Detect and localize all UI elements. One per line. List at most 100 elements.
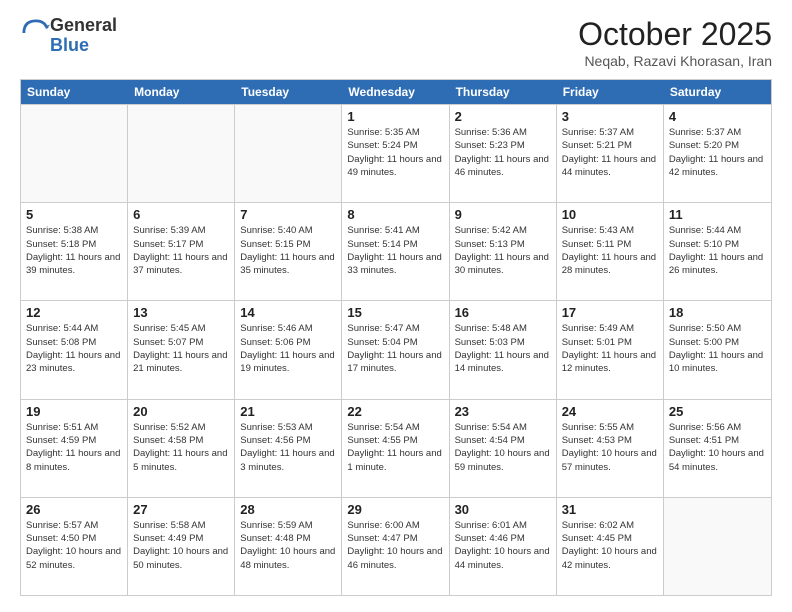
day-info: Sunrise: 5:47 AMSunset: 5:04 PMDaylight:…	[347, 322, 443, 375]
day-number: 4	[669, 109, 766, 124]
logo-icon	[22, 19, 50, 47]
day-info: Sunrise: 5:57 AMSunset: 4:50 PMDaylight:…	[26, 519, 122, 572]
calendar-page: General Blue October 2025 Neqab, Razavi …	[0, 0, 792, 612]
day-number: 10	[562, 207, 658, 222]
day-cell: 20Sunrise: 5:52 AMSunset: 4:58 PMDayligh…	[128, 400, 235, 497]
day-header: Saturday	[664, 80, 771, 104]
day-number: 8	[347, 207, 443, 222]
logo-general-text: General	[50, 15, 117, 35]
day-number: 14	[240, 305, 336, 320]
day-number: 31	[562, 502, 658, 517]
day-cell: 1Sunrise: 5:35 AMSunset: 5:24 PMDaylight…	[342, 105, 449, 202]
day-cell: 16 Sunrise: 5:48 AMSunset: 5:03 PMDayligh…	[450, 301, 557, 398]
day-number: 22	[347, 404, 443, 419]
day-number: 11	[669, 207, 766, 222]
day-header: Thursday	[450, 80, 557, 104]
day-info: Sunrise: 5:37 AMSunset: 5:20 PMDaylight:…	[669, 126, 766, 179]
day-cell: 31 Sunrise: 6:02 AMSunset: 4:45 PMDayligh…	[557, 498, 664, 595]
day-cell: 3Sunrise: 5:37 AMSunset: 5:21 PMDaylight…	[557, 105, 664, 202]
day-info: Sunrise: 5:45 AMSunset: 5:07 PMDaylight:…	[133, 322, 229, 375]
day-number: 20	[133, 404, 229, 419]
day-cell: 18 Sunrise: 5:50 AMSunset: 5:00 PMDayligh…	[664, 301, 771, 398]
day-info: Sunrise: 5:49 AMSunset: 5:01 PMDaylight:…	[562, 322, 658, 375]
day-cell: 11 Sunrise: 5:44 AMSunset: 5:10 PMDayligh…	[664, 203, 771, 300]
day-cell: 19Sunrise: 5:51 AMSunset: 4:59 PMDayligh…	[21, 400, 128, 497]
day-cell: 17 Sunrise: 5:49 AMSunset: 5:01 PMDayligh…	[557, 301, 664, 398]
day-info: Sunrise: 5:37 AMSunset: 5:21 PMDaylight:…	[562, 126, 658, 179]
day-cell: 26 Sunrise: 5:57 AMSunset: 4:50 PMDayligh…	[21, 498, 128, 595]
day-number: 18	[669, 305, 766, 320]
day-number: 1	[347, 109, 443, 124]
day-info: Sunrise: 5:44 AMSunset: 5:10 PMDaylight:…	[669, 224, 766, 277]
header: General Blue October 2025 Neqab, Razavi …	[20, 16, 772, 69]
day-info: Sunrise: 5:54 AMSunset: 4:55 PMDaylight:…	[347, 421, 443, 474]
weeks: 1Sunrise: 5:35 AMSunset: 5:24 PMDaylight…	[21, 104, 771, 595]
day-info: Sunrise: 6:02 AMSunset: 4:45 PMDaylight:…	[562, 519, 658, 572]
day-cell: 8 Sunrise: 5:41 AMSunset: 5:14 PMDaylight…	[342, 203, 449, 300]
day-cell	[664, 498, 771, 595]
day-number: 2	[455, 109, 551, 124]
day-cell: 22 Sunrise: 5:54 AMSunset: 4:55 PMDayligh…	[342, 400, 449, 497]
day-cell: 28 Sunrise: 5:59 AMSunset: 4:48 PMDayligh…	[235, 498, 342, 595]
day-number: 6	[133, 207, 229, 222]
day-info: Sunrise: 5:58 AMSunset: 4:49 PMDaylight:…	[133, 519, 229, 572]
week-row: 12Sunrise: 5:44 AMSunset: 5:08 PMDayligh…	[21, 300, 771, 398]
day-number: 9	[455, 207, 551, 222]
day-info: Sunrise: 5:54 AMSunset: 4:54 PMDaylight:…	[455, 421, 551, 474]
day-info: Sunrise: 5:50 AMSunset: 5:00 PMDaylight:…	[669, 322, 766, 375]
day-cell: 12Sunrise: 5:44 AMSunset: 5:08 PMDayligh…	[21, 301, 128, 398]
day-cell: 2 Sunrise: 5:36 AMSunset: 5:23 PMDaylight…	[450, 105, 557, 202]
day-cell: 4 Sunrise: 5:37 AMSunset: 5:20 PMDaylight…	[664, 105, 771, 202]
day-info: Sunrise: 5:36 AMSunset: 5:23 PMDaylight:…	[455, 126, 551, 179]
day-header: Monday	[128, 80, 235, 104]
day-cell: 27 Sunrise: 5:58 AMSunset: 4:49 PMDayligh…	[128, 498, 235, 595]
day-cell: 23Sunrise: 5:54 AMSunset: 4:54 PMDayligh…	[450, 400, 557, 497]
day-number: 28	[240, 502, 336, 517]
day-cell: 10 Sunrise: 5:43 AMSunset: 5:11 PMDayligh…	[557, 203, 664, 300]
day-cell: 5 Sunrise: 5:38 AMSunset: 5:18 PMDaylight…	[21, 203, 128, 300]
day-info: Sunrise: 5:48 AMSunset: 5:03 PMDaylight:…	[455, 322, 551, 375]
day-cell: 25Sunrise: 5:56 AMSunset: 4:51 PMDayligh…	[664, 400, 771, 497]
day-cell: 9 Sunrise: 5:42 AMSunset: 5:13 PMDaylight…	[450, 203, 557, 300]
day-header: Wednesday	[342, 80, 449, 104]
day-number: 21	[240, 404, 336, 419]
logo-blue-text: Blue	[50, 35, 89, 55]
logo: General Blue	[20, 16, 117, 56]
day-cell	[235, 105, 342, 202]
day-number: 13	[133, 305, 229, 320]
day-headers: SundayMondayTuesdayWednesdayThursdayFrid…	[21, 80, 771, 104]
day-number: 16	[455, 305, 551, 320]
day-cell: 15 Sunrise: 5:47 AMSunset: 5:04 PMDayligh…	[342, 301, 449, 398]
day-header: Friday	[557, 80, 664, 104]
day-info: Sunrise: 5:55 AMSunset: 4:53 PMDaylight:…	[562, 421, 658, 474]
day-info: Sunrise: 5:59 AMSunset: 4:48 PMDaylight:…	[240, 519, 336, 572]
day-number: 19	[26, 404, 122, 419]
day-info: Sunrise: 6:00 AMSunset: 4:47 PMDaylight:…	[347, 519, 443, 572]
day-number: 24	[562, 404, 658, 419]
day-cell: 7Sunrise: 5:40 AMSunset: 5:15 PMDaylight…	[235, 203, 342, 300]
location: Neqab, Razavi Khorasan, Iran	[578, 53, 772, 69]
day-number: 12	[26, 305, 122, 320]
week-row: 19Sunrise: 5:51 AMSunset: 4:59 PMDayligh…	[21, 399, 771, 497]
title-area: October 2025 Neqab, Razavi Khorasan, Ira…	[578, 16, 772, 69]
day-number: 7	[240, 207, 336, 222]
month-title: October 2025	[578, 16, 772, 53]
week-row: 1Sunrise: 5:35 AMSunset: 5:24 PMDaylight…	[21, 104, 771, 202]
day-info: Sunrise: 5:42 AMSunset: 5:13 PMDaylight:…	[455, 224, 551, 277]
day-info: Sunrise: 5:41 AMSunset: 5:14 PMDaylight:…	[347, 224, 443, 277]
day-info: Sunrise: 5:39 AMSunset: 5:17 PMDaylight:…	[133, 224, 229, 277]
day-cell: 29Sunrise: 6:00 AMSunset: 4:47 PMDayligh…	[342, 498, 449, 595]
week-row: 26 Sunrise: 5:57 AMSunset: 4:50 PMDayligh…	[21, 497, 771, 595]
day-number: 27	[133, 502, 229, 517]
day-info: Sunrise: 5:43 AMSunset: 5:11 PMDaylight:…	[562, 224, 658, 277]
week-row: 5 Sunrise: 5:38 AMSunset: 5:18 PMDaylight…	[21, 202, 771, 300]
day-info: Sunrise: 5:53 AMSunset: 4:56 PMDaylight:…	[240, 421, 336, 474]
day-info: Sunrise: 5:38 AMSunset: 5:18 PMDaylight:…	[26, 224, 122, 277]
day-number: 26	[26, 502, 122, 517]
day-cell	[21, 105, 128, 202]
day-number: 15	[347, 305, 443, 320]
day-info: Sunrise: 6:01 AMSunset: 4:46 PMDaylight:…	[455, 519, 551, 572]
day-number: 17	[562, 305, 658, 320]
day-info: Sunrise: 5:56 AMSunset: 4:51 PMDaylight:…	[669, 421, 766, 474]
day-number: 5	[26, 207, 122, 222]
